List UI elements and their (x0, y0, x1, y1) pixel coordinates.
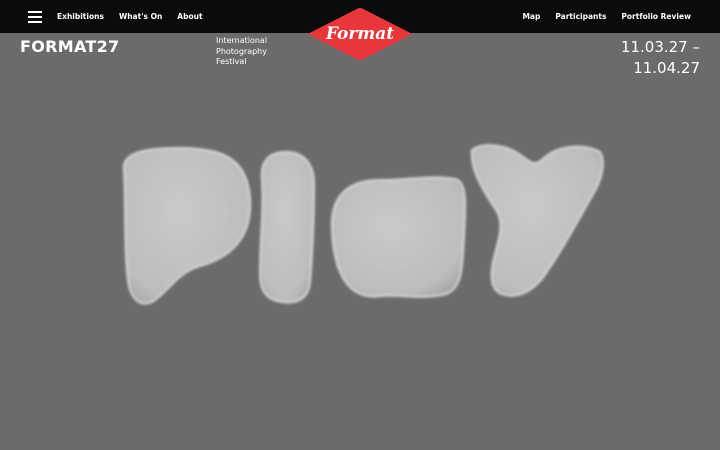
letter-l (258, 150, 316, 304)
tagline-line: International (216, 36, 268, 45)
festival-dates: 11.03.27 – 11.04.27 (621, 37, 700, 79)
festival-title: FORMAT27 (20, 37, 120, 56)
primary-nav-right: Map Participants Portfolio Review (507, 0, 691, 33)
tagline-line: Photography (216, 46, 267, 56)
letter-p (122, 146, 252, 305)
hero-play-lettering (110, 140, 610, 310)
logo-wordmark: Format (325, 24, 395, 44)
nav-link-map[interactable]: Map (522, 12, 540, 21)
hero-play-graphic (122, 144, 604, 305)
letter-a (330, 176, 467, 298)
nav-link-participants[interactable]: Participants (555, 12, 606, 21)
hamburger-menu-icon[interactable] (28, 11, 42, 23)
nav-link-about[interactable]: About (177, 12, 202, 21)
nav-link-whats-on[interactable]: What's On (119, 12, 162, 21)
primary-nav-left: Exhibitions What's On About (57, 0, 218, 33)
nav-link-exhibitions[interactable]: Exhibitions (57, 12, 104, 21)
festival-tagline: International Photography Festival (216, 36, 286, 68)
start-date: 11.03.27 – (620, 38, 700, 56)
letter-y (470, 144, 604, 297)
tagline-line: Festival (216, 57, 247, 66)
format-logo[interactable]: Format (309, 7, 411, 61)
end-date: 11.04.27 (633, 59, 700, 77)
nav-link-portfolio-review[interactable]: Portfolio Review (621, 12, 691, 21)
